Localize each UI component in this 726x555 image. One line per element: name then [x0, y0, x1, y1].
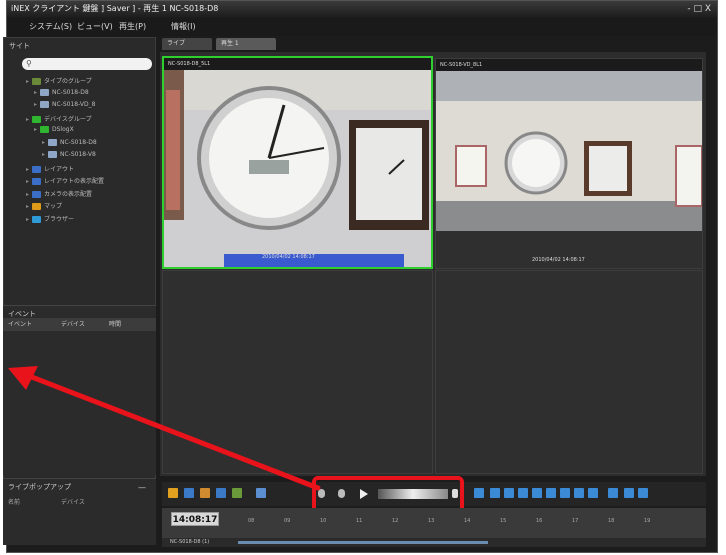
- tree-node-icon: [40, 126, 49, 133]
- tree-item-label: マップ: [44, 203, 63, 210]
- live-col-device[interactable]: デバイス: [61, 497, 85, 506]
- tree-node-icon: [40, 101, 49, 108]
- tree-item-label: NC-S018-V8: [60, 151, 96, 158]
- window-controls[interactable]: - □ X: [687, 1, 711, 17]
- tree-node-icon: [32, 165, 41, 173]
- annotation-arrow: [8, 366, 321, 491]
- tree-item[interactable]: ▸ マップ: [26, 201, 62, 211]
- layout-36-icon[interactable]: [588, 488, 598, 498]
- fullscreen-icon[interactable]: [608, 488, 618, 498]
- menu-system[interactable]: システム(S): [29, 21, 72, 32]
- timeline-tick: 14: [464, 518, 471, 524]
- timeline-tick: 17: [572, 518, 579, 524]
- search-icon: ⚲: [26, 59, 32, 68]
- timeline-tick: 10: [320, 518, 327, 524]
- tree-item-label: レイアウト: [44, 165, 75, 173]
- tree-item-label: NC-S018-D8: [52, 88, 89, 96]
- tree-item-label: ブラウザー: [44, 215, 75, 223]
- video-tile-1[interactable]: NC-S018-D8_5L1: [162, 56, 433, 269]
- tree-node-icon: [48, 151, 57, 158]
- tree-item[interactable]: ▸ デバイスグループ: [26, 114, 91, 124]
- live-col-name[interactable]: 名前: [8, 497, 20, 506]
- tab-playback-1[interactable]: 再生 1: [216, 38, 276, 50]
- menu-playback[interactable]: 再生(P): [119, 21, 146, 32]
- timeline-tick: 18: [608, 518, 615, 524]
- window-title: iNEX クライアント 鍵盤 ] Saver ] - 再生 1 NC-S018-…: [11, 4, 219, 13]
- video-tile-2[interactable]: NC-S018-VD_8L1 2010/04/02 14:08:17: [435, 58, 703, 269]
- timeline-tick: 15: [500, 518, 507, 524]
- tree-item-label: NC-S018-D8: [60, 138, 97, 146]
- tree-node-icon: [32, 190, 41, 198]
- timeline-tick: 12: [392, 518, 399, 524]
- timeline-tick: 19: [644, 518, 651, 524]
- tree-item[interactable]: ▸ ブラウザー: [26, 214, 74, 224]
- video-tile-4[interactable]: [435, 270, 703, 474]
- event-col-event[interactable]: イベント: [8, 318, 32, 331]
- event-col-time[interactable]: 時間: [109, 318, 121, 331]
- timeline-recording-bar: [238, 541, 488, 544]
- layout-25-icon[interactable]: [574, 488, 584, 498]
- camera-feed-1: [164, 70, 431, 267]
- layout-9-icon[interactable]: [518, 488, 528, 498]
- timeline-tick: 08: [248, 518, 255, 524]
- prev-page-icon[interactable]: [624, 488, 634, 498]
- camera-feed-2: [436, 71, 702, 231]
- tree-node-icon: [32, 215, 41, 223]
- timeline-tick: 13: [428, 518, 435, 524]
- site-panel-title: サイト: [9, 42, 30, 50]
- menu-bar: システム(S) ビュー(V) 再生(P) 情報(I): [7, 18, 717, 36]
- event-table-header: イベント デバイス 時間: [3, 318, 156, 331]
- tree-item[interactable]: ▸ NC-S018-D8: [34, 88, 89, 99]
- tree-item[interactable]: ▸ タイプのグループ: [26, 76, 92, 86]
- layout-1-icon[interactable]: [474, 488, 484, 498]
- current-time: 14:08:17: [171, 512, 219, 526]
- tree-node-icon: [40, 88, 49, 96]
- tree-item-label: カメラの表示配置: [44, 190, 93, 198]
- tree-item-label: デバイスグループ: [44, 115, 92, 123]
- layout-16-icon[interactable]: [560, 488, 570, 498]
- menu-info[interactable]: 情報(I): [171, 21, 196, 32]
- layout-13-icon[interactable]: [546, 488, 556, 498]
- tree-item-label: レイアウトの表示配置: [44, 178, 105, 185]
- tree-item-label: DSlogX: [52, 126, 74, 133]
- tree-node-icon: [32, 203, 41, 210]
- title-bar: iNEX クライアント 鍵盤 ] Saver ] - 再生 1 NC-S018-…: [7, 1, 717, 17]
- layout-4-icon[interactable]: [490, 488, 500, 498]
- tree-node-icon: [48, 138, 57, 146]
- tile-timestamp: 2010/04/02 14:08:17: [532, 257, 585, 263]
- tree-item-label: NC-S018-VD_8: [52, 101, 96, 108]
- tree-item[interactable]: ▸ レイアウトの表示配置: [26, 176, 104, 186]
- next-page-icon[interactable]: [638, 488, 648, 498]
- layout-10-icon[interactable]: [532, 488, 542, 498]
- tile-title: NC-S018-VD_8L1: [436, 59, 702, 71]
- tree-item[interactable]: ▸ NC-S018-V8: [42, 151, 96, 161]
- layout-6-icon[interactable]: [504, 488, 514, 498]
- tab-live[interactable]: ライブ: [162, 38, 212, 50]
- timeline-tick: 11: [356, 518, 363, 524]
- tree-node-icon: [32, 178, 41, 185]
- event-col-device[interactable]: デバイス: [61, 318, 85, 331]
- tree-item-label: タイプのグループ: [44, 78, 92, 85]
- tree-item[interactable]: ▸ DSlogX: [34, 126, 74, 136]
- tree-node-icon: [32, 115, 41, 123]
- tree-item[interactable]: ▸ NC-S018-D8: [42, 138, 97, 149]
- tree-item[interactable]: ▸ レイアウト: [26, 164, 74, 174]
- timeline-tick: 09: [284, 518, 291, 524]
- menu-view[interactable]: ビュー(V): [77, 21, 113, 32]
- timeline-tick: 16: [536, 518, 543, 524]
- tile-timestamp: 2010/04/02 14:08:17: [262, 254, 315, 260]
- tile-title: NC-S018-D8_5L1: [164, 58, 431, 70]
- search-input[interactable]: ⚲: [22, 58, 152, 70]
- tree-item[interactable]: ▸ NC-S018-VD_8: [34, 101, 95, 111]
- tree-node-icon: [32, 78, 41, 85]
- tree-item[interactable]: ▸ カメラの表示配置: [26, 189, 92, 199]
